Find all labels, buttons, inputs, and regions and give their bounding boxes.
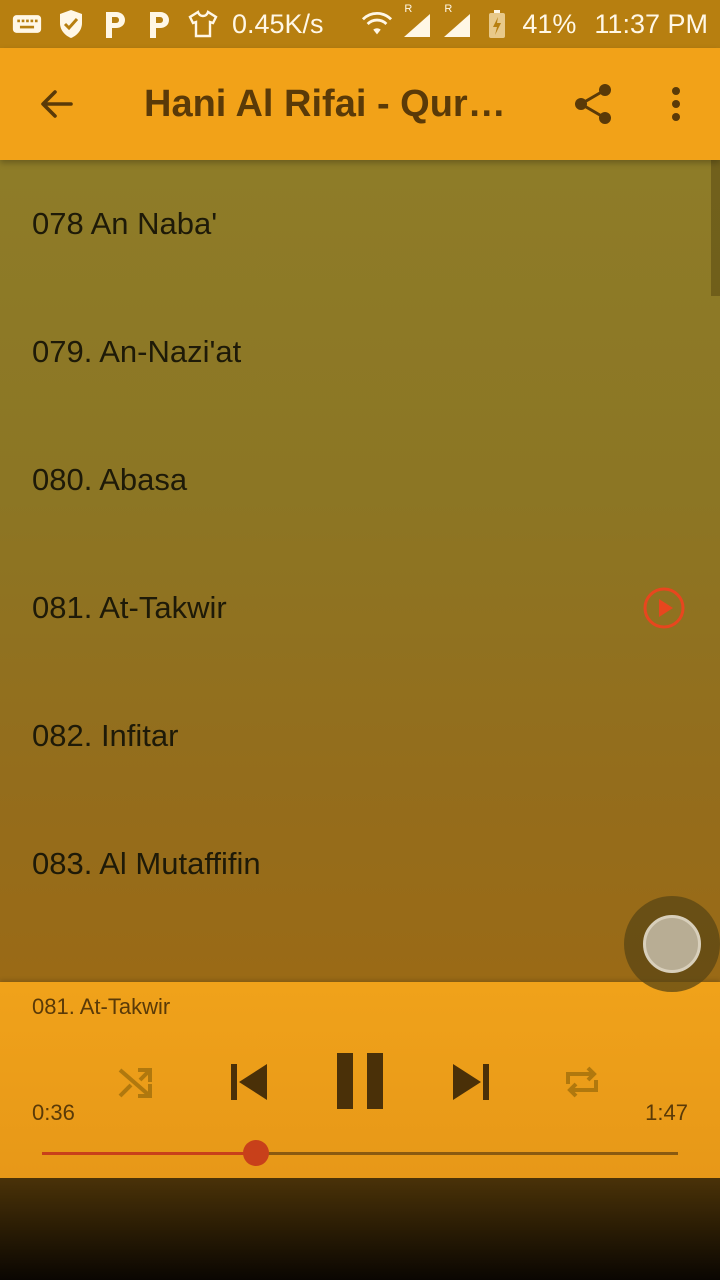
track-label: 080. Abasa: [32, 462, 188, 497]
p-icon: [144, 9, 174, 39]
sim1-label: R: [404, 3, 413, 15]
track-label: 081. At-Takwir: [32, 590, 227, 625]
skip-next-icon[interactable]: [446, 1056, 498, 1108]
bottom-shade: [0, 1178, 720, 1280]
arrow-back-icon[interactable]: [28, 76, 84, 132]
signal-icon: R: [402, 3, 432, 39]
track-list[interactable]: 078 An Naba' 079. An-Nazi'at 080. Abasa …: [0, 160, 720, 982]
shuffle-icon[interactable]: [112, 1058, 160, 1106]
assistive-touch-icon: [643, 915, 701, 973]
net-speed: 0.45K/s: [232, 8, 324, 39]
player-panel: 081. At-Takwir 0:36 1:47: [0, 982, 720, 1178]
play-circle-icon[interactable]: [642, 586, 686, 630]
p-icon: [100, 9, 130, 39]
share-icon[interactable]: [568, 76, 618, 132]
wifi-icon: [362, 9, 393, 39]
seek-bar-fill: [42, 1152, 256, 1155]
repeat-icon[interactable]: [558, 1058, 606, 1106]
shield-icon: [56, 9, 86, 39]
battery-icon: [482, 9, 512, 39]
app-bar: Hani Al Rifai - Quran Offline: [0, 48, 720, 160]
signal-icon: R: [442, 3, 472, 39]
status-left: 0.45K/s: [12, 9, 324, 40]
elapsed-time: 0:36: [32, 1100, 75, 1125]
track-label: 078 An Naba': [32, 206, 218, 241]
list-item[interactable]: 081. At-Takwir: [0, 544, 720, 672]
list-item[interactable]: 082. Infitar: [0, 672, 720, 800]
clock: 11:37 PM: [594, 8, 708, 39]
track-label: 079. An-Nazi'at: [32, 334, 242, 369]
status-right: R R 41% 11:37 PM: [362, 3, 708, 40]
more-vert-icon[interactable]: [652, 76, 700, 132]
total-duration: 1:47: [645, 1100, 688, 1125]
pause-icon[interactable]: [330, 1050, 390, 1112]
seek-bar[interactable]: [42, 1140, 678, 1166]
seek-bar-thumb[interactable]: [242, 1140, 269, 1166]
keyboard-icon: [12, 9, 42, 39]
status-bar: 0.45K/s R R 41% 11:37 PM: [0, 0, 720, 48]
list-item[interactable]: 079. An-Nazi'at: [0, 288, 720, 416]
track-label: 083. Al Mutaffifin: [32, 846, 261, 881]
skip-previous-icon[interactable]: [222, 1056, 274, 1108]
sim2-label: R: [444, 3, 453, 15]
floating-assistive-button[interactable]: [624, 896, 720, 992]
track-label: 082. Infitar: [32, 718, 179, 753]
list-item[interactable]: 078 An Naba': [0, 160, 720, 288]
page-title: Hani Al Rifai - Quran Offline: [144, 82, 514, 125]
battery-percent: 41%: [522, 8, 577, 39]
list-item[interactable]: 083. Al Mutaffifin: [0, 800, 720, 928]
now-playing-title: 081. At-Takwir: [32, 994, 171, 1019]
tshirt-icon: [188, 9, 218, 39]
list-item[interactable]: 080. Abasa: [0, 416, 720, 544]
